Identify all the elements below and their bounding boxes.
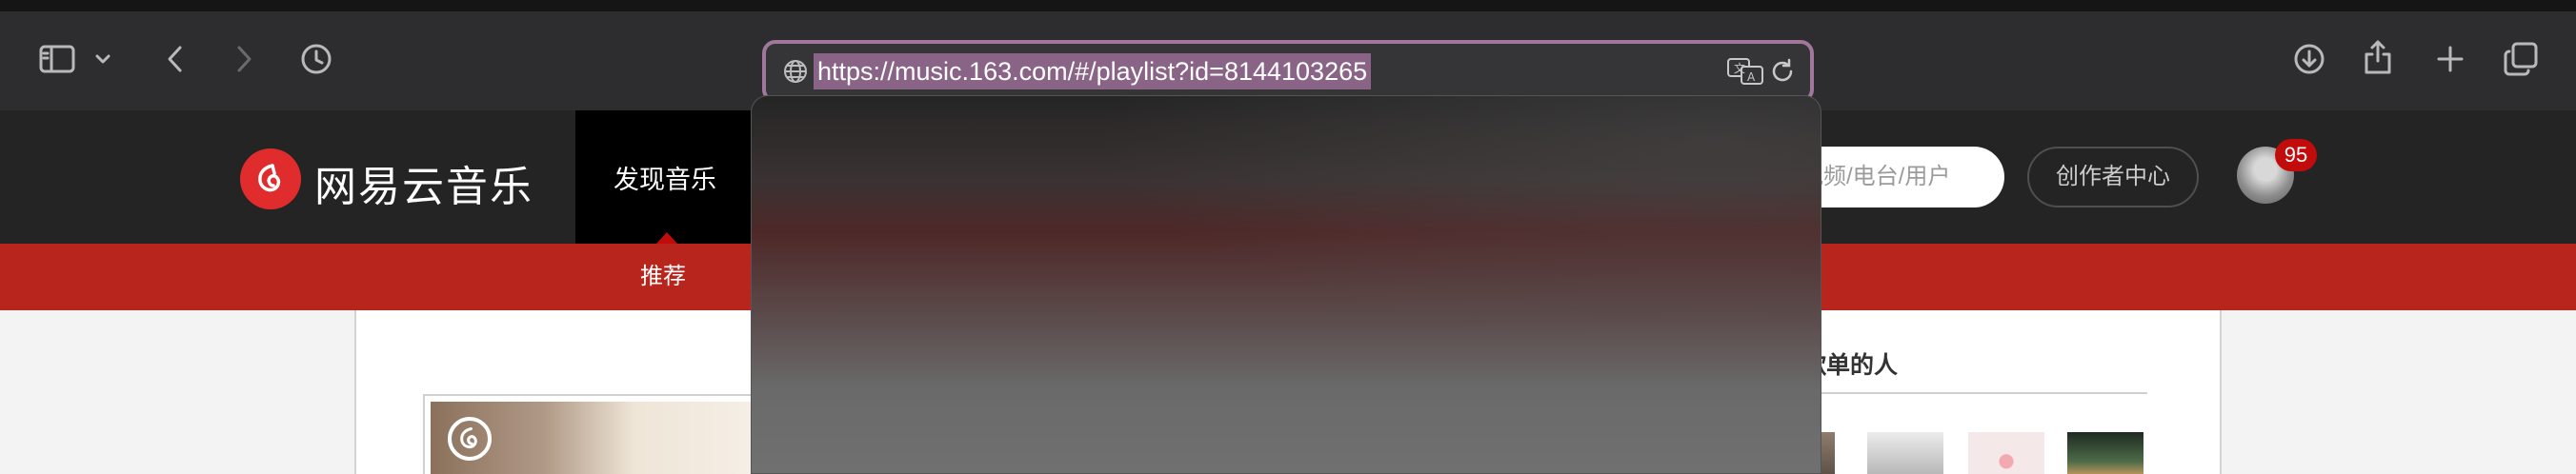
chevron-down-icon[interactable] xyxy=(91,40,114,78)
nav-active-indicator xyxy=(656,232,677,244)
new-tab-icon[interactable] xyxy=(2431,40,2469,78)
subnav-recommend[interactable]: 推荐 xyxy=(610,244,716,310)
back-icon[interactable] xyxy=(156,40,194,78)
svg-text:文: 文 xyxy=(1734,61,1745,75)
address-url[interactable]: https://music.163.com/#/playlist?id=8144… xyxy=(814,53,1372,89)
address-bar[interactable]: https://music.163.com/#/playlist?id=8144… xyxy=(762,40,1814,103)
tab-overview-icon[interactable] xyxy=(2502,40,2540,78)
address-suggestions-panel[interactable] xyxy=(751,95,1821,474)
netease-logo-icon[interactable] xyxy=(240,148,301,209)
globe-icon xyxy=(784,60,807,83)
notification-badge: 95 xyxy=(2275,139,2317,171)
history-icon[interactable] xyxy=(297,40,335,78)
svg-text:A: A xyxy=(1747,70,1756,84)
favorited-user-avatar[interactable] xyxy=(1968,432,2044,474)
window-top-strip xyxy=(0,0,2576,11)
creator-center-button[interactable]: 创作者中心 xyxy=(2027,147,2199,207)
netease-watermark-icon xyxy=(448,417,492,461)
reload-icon[interactable] xyxy=(1768,57,1797,86)
brand-name[interactable]: 网易云音乐 xyxy=(314,152,533,213)
forward-icon[interactable] xyxy=(225,40,263,78)
nav-discover-music[interactable]: 发现音乐 xyxy=(575,110,755,244)
share-icon[interactable] xyxy=(2359,38,2397,76)
translate-icon[interactable]: 文A xyxy=(1726,57,1764,86)
playlist-cover[interactable] xyxy=(423,394,766,474)
cover-image xyxy=(431,402,758,474)
favorited-user-avatar[interactable] xyxy=(1867,432,1943,474)
favorited-user-avatar[interactable] xyxy=(2067,432,2143,474)
sidebar-toggle-icon[interactable] xyxy=(38,40,76,78)
download-icon[interactable] xyxy=(2290,40,2328,78)
